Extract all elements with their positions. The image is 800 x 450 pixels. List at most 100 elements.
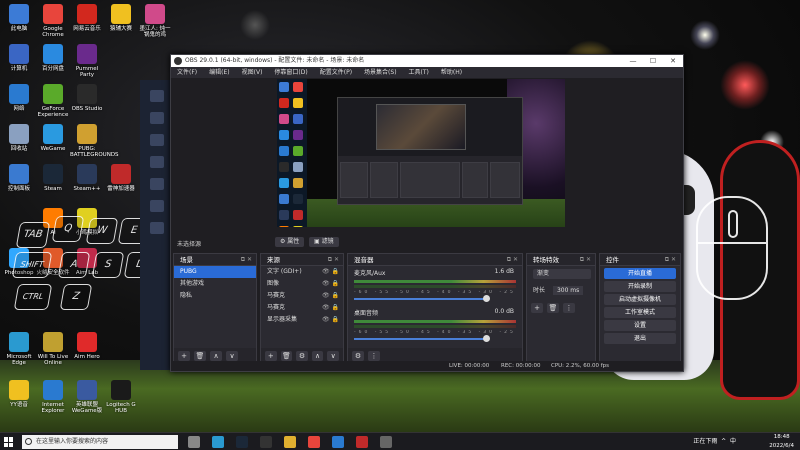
desktop-icon[interactable]: 百分网盘 [36, 44, 70, 72]
source-item[interactable]: 马赛克 👁 🔒 [261, 302, 343, 314]
move-down-button[interactable]: ∨ [327, 351, 339, 361]
desktop-icon-label: Will To Live Online [37, 354, 69, 366]
menu-profile[interactable]: 配置文件(P) [320, 67, 352, 78]
key-overlay: Q [51, 216, 85, 242]
desktop-icon-label: 控制面板 [7, 186, 30, 192]
taskbar-app-settings[interactable] [380, 436, 392, 448]
remove-scene-button[interactable]: 🗑 [194, 351, 206, 361]
taskbar-app-wegame[interactable] [356, 436, 368, 448]
source-item[interactable]: 显示器采集 👁 🔒 [261, 314, 343, 326]
desktop-icon-label: Steam++ [73, 186, 101, 192]
exit-button[interactable]: 退出 [604, 333, 676, 344]
obs-preview[interactable] [277, 79, 565, 227]
desktop-icon[interactable]: WeGame [36, 124, 70, 152]
desktop-icon[interactable]: Pummel Party [70, 44, 104, 78]
obs-title-text: OBS 29.0.1 (64-bit, windows) - 配置文件: 未命名… [185, 57, 365, 64]
source-item[interactable]: 图像 👁 🔒 [261, 278, 343, 290]
duration-input[interactable]: 300 ms [552, 286, 584, 295]
cpu-status: CPU: 2.2%, 60.00 fps [551, 363, 610, 369]
mixer-menu-button[interactable]: ⋮ [368, 351, 380, 361]
transition-select[interactable]: 渐变 [533, 269, 591, 279]
studio-mode-button[interactable]: 工作室模式 [604, 307, 676, 318]
mixer-track: 麦克风/Aux 1.6 dB -60 -55 -50 -45 -40 -35 -… [348, 266, 522, 306]
source-settings-button[interactable]: ⚙ [296, 351, 308, 361]
desktop-icon[interactable]: Steam [36, 164, 70, 192]
desktop-icon[interactable]: Will To Live Online [36, 332, 70, 366]
menu-edit[interactable]: 编辑(E) [209, 67, 229, 78]
desktop-icon[interactable]: 此电脑 [2, 4, 36, 32]
add-transition-button[interactable]: + [531, 303, 543, 313]
app-icon [111, 4, 131, 24]
desktop-icon[interactable]: 网络 [2, 84, 36, 112]
taskbar-app-chrome[interactable] [308, 436, 320, 448]
volume-slider[interactable] [354, 335, 490, 342]
desktop-icon-label: 回收站 [10, 146, 28, 152]
start-recording-button[interactable]: 开始录制 [604, 281, 676, 292]
desktop-icon[interactable]: Steam++ [70, 164, 104, 192]
desktop-icon[interactable]: Aim Hero [70, 332, 104, 360]
desktop-icon[interactable]: YY语音 [2, 380, 36, 408]
remove-transition-button[interactable]: 🗑 [547, 303, 559, 313]
menu-help[interactable]: 帮助(H) [441, 67, 462, 78]
menu-tools[interactable]: 工具(T) [409, 67, 429, 78]
desktop-icon[interactable]: 英雄联盟 WeGame版 [70, 380, 104, 414]
ime-indicator[interactable]: 中 [730, 438, 736, 445]
taskbar-search-input[interactable]: 在这里输入你要搜索的内容 [22, 435, 178, 449]
start-button[interactable] [4, 437, 14, 447]
desktop-icon[interactable]: 回收站 [2, 124, 36, 152]
app-icon [77, 4, 97, 24]
transition-menu-button[interactable]: ⋮ [563, 303, 575, 313]
move-up-button[interactable]: ∧ [210, 351, 222, 361]
desktop-icon[interactable]: Logitech G HUB [104, 380, 138, 414]
desktop-icon[interactable]: GeForce Experience [36, 84, 70, 118]
desktop-icon[interactable]: 雷神加速器 [104, 164, 138, 192]
weather-widget[interactable]: 正在下雨 ^ 中 [693, 433, 736, 450]
desktop-icon[interactable]: 计算机 [2, 44, 36, 72]
obs-status-bar: LIVE: 00:00:00 REC: 00:00:00 CPU: 2.2%, … [171, 361, 683, 371]
taskbar-app-folder[interactable] [284, 436, 296, 448]
scene-item[interactable]: 隐私 [174, 290, 256, 302]
remove-source-button[interactable]: 🗑 [280, 351, 293, 361]
menu-view[interactable]: 视图(V) [242, 67, 263, 78]
transitions-title: 转场特效 [533, 256, 559, 264]
menu-scene-collection[interactable]: 场景集合(S) [364, 67, 397, 78]
desktop-icon[interactable]: PUBG: BATTLEGROUNDS [70, 124, 119, 158]
preview-nested-obs [337, 97, 523, 205]
taskbar-app-obs[interactable] [260, 436, 272, 448]
desktop-icon[interactable]: 控制面板 [2, 164, 36, 192]
taskbar-app-steam[interactable] [236, 436, 248, 448]
menu-docks[interactable]: 停靠窗口(D) [274, 67, 307, 78]
settings-button[interactable]: 设置 [604, 320, 676, 331]
obs-titlebar[interactable]: OBS 29.0.1 (64-bit, windows) - 配置文件: 未命名… [171, 55, 683, 67]
desktop-icon[interactable]: Microsoft Edge [2, 332, 36, 366]
source-item[interactable]: 文字 (GDI+) 👁 🔒 [261, 266, 343, 278]
desktop-icon[interactable]: 猿辅大赛 [104, 4, 138, 32]
filters-button[interactable]: ▣ 滤镜 [309, 237, 339, 247]
move-down-button[interactable]: ∨ [226, 351, 238, 361]
scene-item[interactable]: 其他游戏 [174, 278, 256, 290]
maximize-button[interactable]: ☐ [643, 55, 663, 67]
add-source-button[interactable]: + [265, 351, 277, 361]
volume-slider[interactable] [354, 295, 490, 302]
desktop-icon[interactable]: 网易云音乐 [70, 4, 104, 32]
move-up-button[interactable]: ∧ [311, 351, 324, 361]
source-item[interactable]: 马赛克 👁 🔒 [261, 290, 343, 302]
desktop-icon[interactable]: OBS Studio [70, 84, 104, 112]
close-button[interactable]: ✕ [663, 55, 683, 67]
menu-file[interactable]: 文件(F) [177, 67, 197, 78]
add-scene-button[interactable]: + [178, 351, 190, 361]
properties-button[interactable]: ⚙ 属性 [275, 237, 305, 247]
desktop-icon[interactable]: Google Chrome [36, 4, 70, 38]
taskbar-app-edge[interactable] [212, 436, 224, 448]
taskbar-app-task-view[interactable] [188, 436, 200, 448]
taskbar-app-qq[interactable] [332, 436, 344, 448]
clock-time: 18:48 [773, 434, 790, 440]
minimize-button[interactable]: — [623, 55, 643, 67]
desktop-icon[interactable]: 墨江人: 炖一锅鬼的鸡 [138, 4, 172, 38]
start-streaming-button[interactable]: 开始直播 [604, 268, 676, 279]
mixer-settings-button[interactable]: ⚙ [352, 351, 364, 361]
start-virtual-camera-button[interactable]: 启动虚拟摄像机 [604, 294, 676, 305]
taskbar-clock[interactable]: 18:48 2022/6/4 [769, 433, 794, 450]
desktop-icon[interactable]: Internet Explorer [36, 380, 70, 414]
scene-item[interactable]: PUBG [174, 266, 256, 278]
